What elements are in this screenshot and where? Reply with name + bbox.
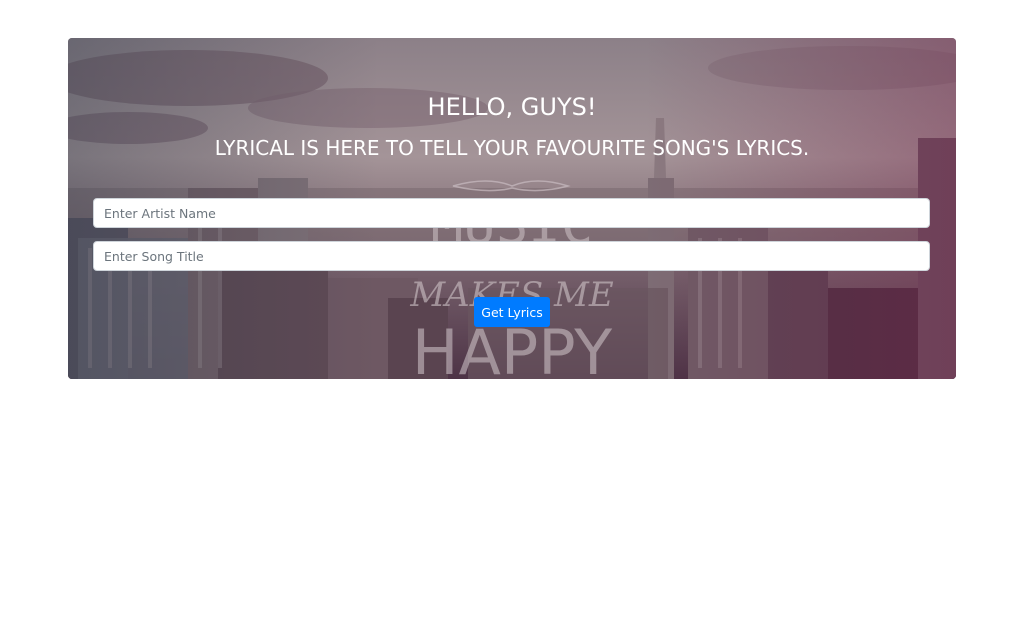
greeting-heading: HELLO, GUYS! bbox=[427, 93, 597, 121]
hero-banner: MUSIC MAKES ME HAPPY HELLO, GUYS! LYRICA… bbox=[68, 38, 956, 379]
hero-content: HELLO, GUYS! LYRICAL IS HERE TO TELL YOU… bbox=[68, 38, 956, 379]
artist-name-input[interactable] bbox=[93, 198, 930, 228]
get-lyrics-button[interactable]: Get Lyrics bbox=[474, 297, 550, 327]
tagline-heading: LYRICAL IS HERE TO TELL YOUR FAVOURITE S… bbox=[214, 136, 810, 160]
song-title-input[interactable] bbox=[93, 241, 930, 271]
